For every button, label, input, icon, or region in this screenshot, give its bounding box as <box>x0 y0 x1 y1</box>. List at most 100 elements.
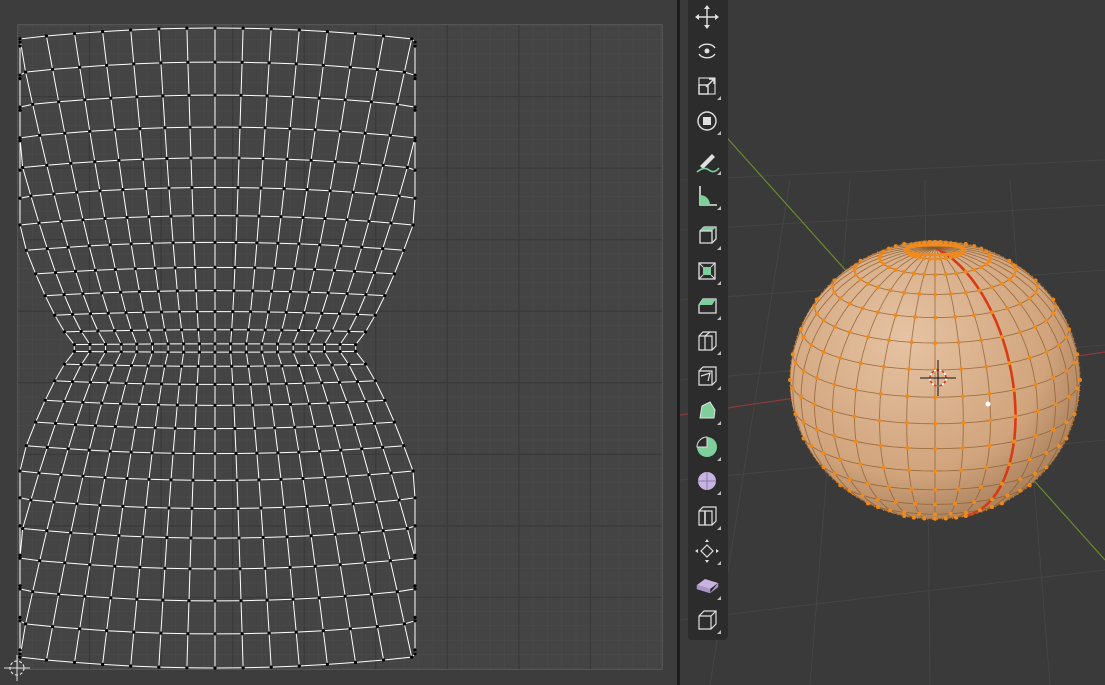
uv-vertex[interactable] <box>357 531 361 535</box>
uv-vertex[interactable] <box>411 223 415 227</box>
sphere-vertex[interactable] <box>902 242 907 246</box>
uv-vertex[interactable] <box>88 563 92 567</box>
sphere-vertex[interactable] <box>913 314 917 319</box>
sphere-vertex[interactable] <box>948 511 953 516</box>
sphere-vertex[interactable] <box>886 265 891 270</box>
uv-vertex[interactable] <box>261 535 265 540</box>
sphere-vertex[interactable] <box>1027 457 1032 462</box>
sphere-vertex[interactable] <box>893 244 898 249</box>
uv-vertex[interactable] <box>260 342 264 346</box>
uv-vertex[interactable] <box>190 506 194 510</box>
uv-vertex[interactable] <box>267 61 271 65</box>
uv-vertex[interactable] <box>180 364 184 368</box>
uv-vertex[interactable] <box>373 313 377 317</box>
sphere-vertex[interactable] <box>821 318 826 323</box>
uv-vertex[interactable] <box>57 592 61 596</box>
uv-vertex[interactable] <box>18 655 22 659</box>
sphere-vertex[interactable] <box>854 387 858 392</box>
sphere-vertex[interactable] <box>963 290 968 295</box>
uv-vertex[interactable] <box>235 478 239 482</box>
uv-vertex[interactable] <box>257 478 261 482</box>
sphere-vertex[interactable] <box>866 481 870 486</box>
uv-vertex[interactable] <box>113 425 117 429</box>
uv-vertex[interactable] <box>157 665 161 669</box>
uv-vertex[interactable] <box>397 498 401 502</box>
sphere-vertex[interactable] <box>814 311 819 316</box>
sphere-vertex[interactable] <box>854 272 858 277</box>
uv-vertex[interactable] <box>338 342 342 346</box>
uv-vertex[interactable] <box>98 189 102 193</box>
uv-vertex[interactable] <box>101 662 105 667</box>
uv-vertex[interactable] <box>18 40 22 44</box>
sphere-vertex[interactable] <box>821 349 826 354</box>
uv-vertex[interactable] <box>352 423 357 427</box>
sphere-vertex[interactable] <box>790 386 795 391</box>
sphere-vertex[interactable] <box>886 338 891 343</box>
sphere-vertex[interactable] <box>1007 462 1012 467</box>
uv-vertex[interactable] <box>230 328 234 332</box>
sphere-vertex[interactable] <box>881 364 886 369</box>
sphere-vertex[interactable] <box>1012 263 1016 268</box>
uv-vertex[interactable] <box>171 451 175 455</box>
uv-vertex[interactable] <box>93 532 97 536</box>
uv-vertex[interactable] <box>109 596 113 600</box>
uv-vertex[interactable] <box>18 556 22 560</box>
uv-vertex[interactable] <box>175 403 179 407</box>
sphere-vertex[interactable] <box>801 420 806 425</box>
uv-vertex[interactable] <box>24 444 28 448</box>
uv-vertex[interactable] <box>213 536 217 540</box>
uv-vertex[interactable] <box>364 399 368 403</box>
sphere-vertex[interactable] <box>878 391 883 396</box>
uv-vertex[interactable] <box>213 214 217 218</box>
sphere-vertex[interactable] <box>1067 394 1071 399</box>
uv-vertex[interactable] <box>163 328 167 332</box>
uv-vertex[interactable] <box>392 272 396 276</box>
uv-vertex[interactable] <box>332 424 337 428</box>
uv-vertex[interactable] <box>113 128 117 132</box>
uv-vertex[interactable] <box>83 594 87 598</box>
uv-vertex[interactable] <box>18 553 22 557</box>
uv-vertex[interactable] <box>193 265 197 270</box>
uv-vertex[interactable] <box>234 451 238 456</box>
uv-vertex[interactable] <box>166 342 170 346</box>
uv-vertex[interactable] <box>87 244 91 248</box>
uv-vertex[interactable] <box>313 564 317 568</box>
uv-vertex[interactable] <box>338 129 342 133</box>
uv-vertex[interactable] <box>159 61 163 65</box>
uv-vertex[interactable] <box>305 188 309 192</box>
uv-vertex[interactable] <box>157 27 161 31</box>
sphere-vertex[interactable] <box>953 314 957 319</box>
uv-vertex[interactable] <box>213 26 217 30</box>
sphere-vertex[interactable] <box>809 342 814 347</box>
uv-vertex[interactable] <box>249 310 253 314</box>
transform-tool-button[interactable] <box>692 106 722 136</box>
uv-vertex[interactable] <box>339 448 343 452</box>
uv-vertex[interactable] <box>78 65 82 69</box>
uv-vertex[interactable] <box>18 108 22 112</box>
uv-vertex[interactable] <box>241 26 245 30</box>
uv-vertex[interactable] <box>63 561 67 565</box>
uv-vertex[interactable] <box>100 401 104 405</box>
sphere-vertex[interactable] <box>1075 386 1080 391</box>
uv-vertex[interactable] <box>29 194 33 198</box>
uv-vertex[interactable] <box>373 379 377 383</box>
uv-vertex[interactable] <box>213 289 217 293</box>
uv-vertex[interactable] <box>53 379 57 383</box>
uv-vertex[interactable] <box>345 218 349 222</box>
uv-vertex[interactable] <box>147 477 151 481</box>
uv-vertex[interactable] <box>322 342 327 346</box>
uv-vertex[interactable] <box>213 427 217 431</box>
uv-vertex[interactable] <box>150 241 154 245</box>
uv-vertex[interactable] <box>96 363 100 367</box>
uv-vertex[interactable] <box>213 666 217 670</box>
uv-vertex[interactable] <box>18 139 22 143</box>
uv-vertex[interactable] <box>109 96 113 100</box>
uv-vertex[interactable] <box>186 60 190 64</box>
sphere-vertex[interactable] <box>821 451 826 455</box>
uv-vertex[interactable] <box>263 328 267 332</box>
sphere-vertex[interactable] <box>972 313 977 318</box>
sphere-vertex[interactable] <box>1018 477 1023 482</box>
uv-vertex[interactable] <box>187 599 191 603</box>
uv-vertex[interactable] <box>81 474 85 478</box>
sphere-vertex[interactable] <box>933 487 937 492</box>
